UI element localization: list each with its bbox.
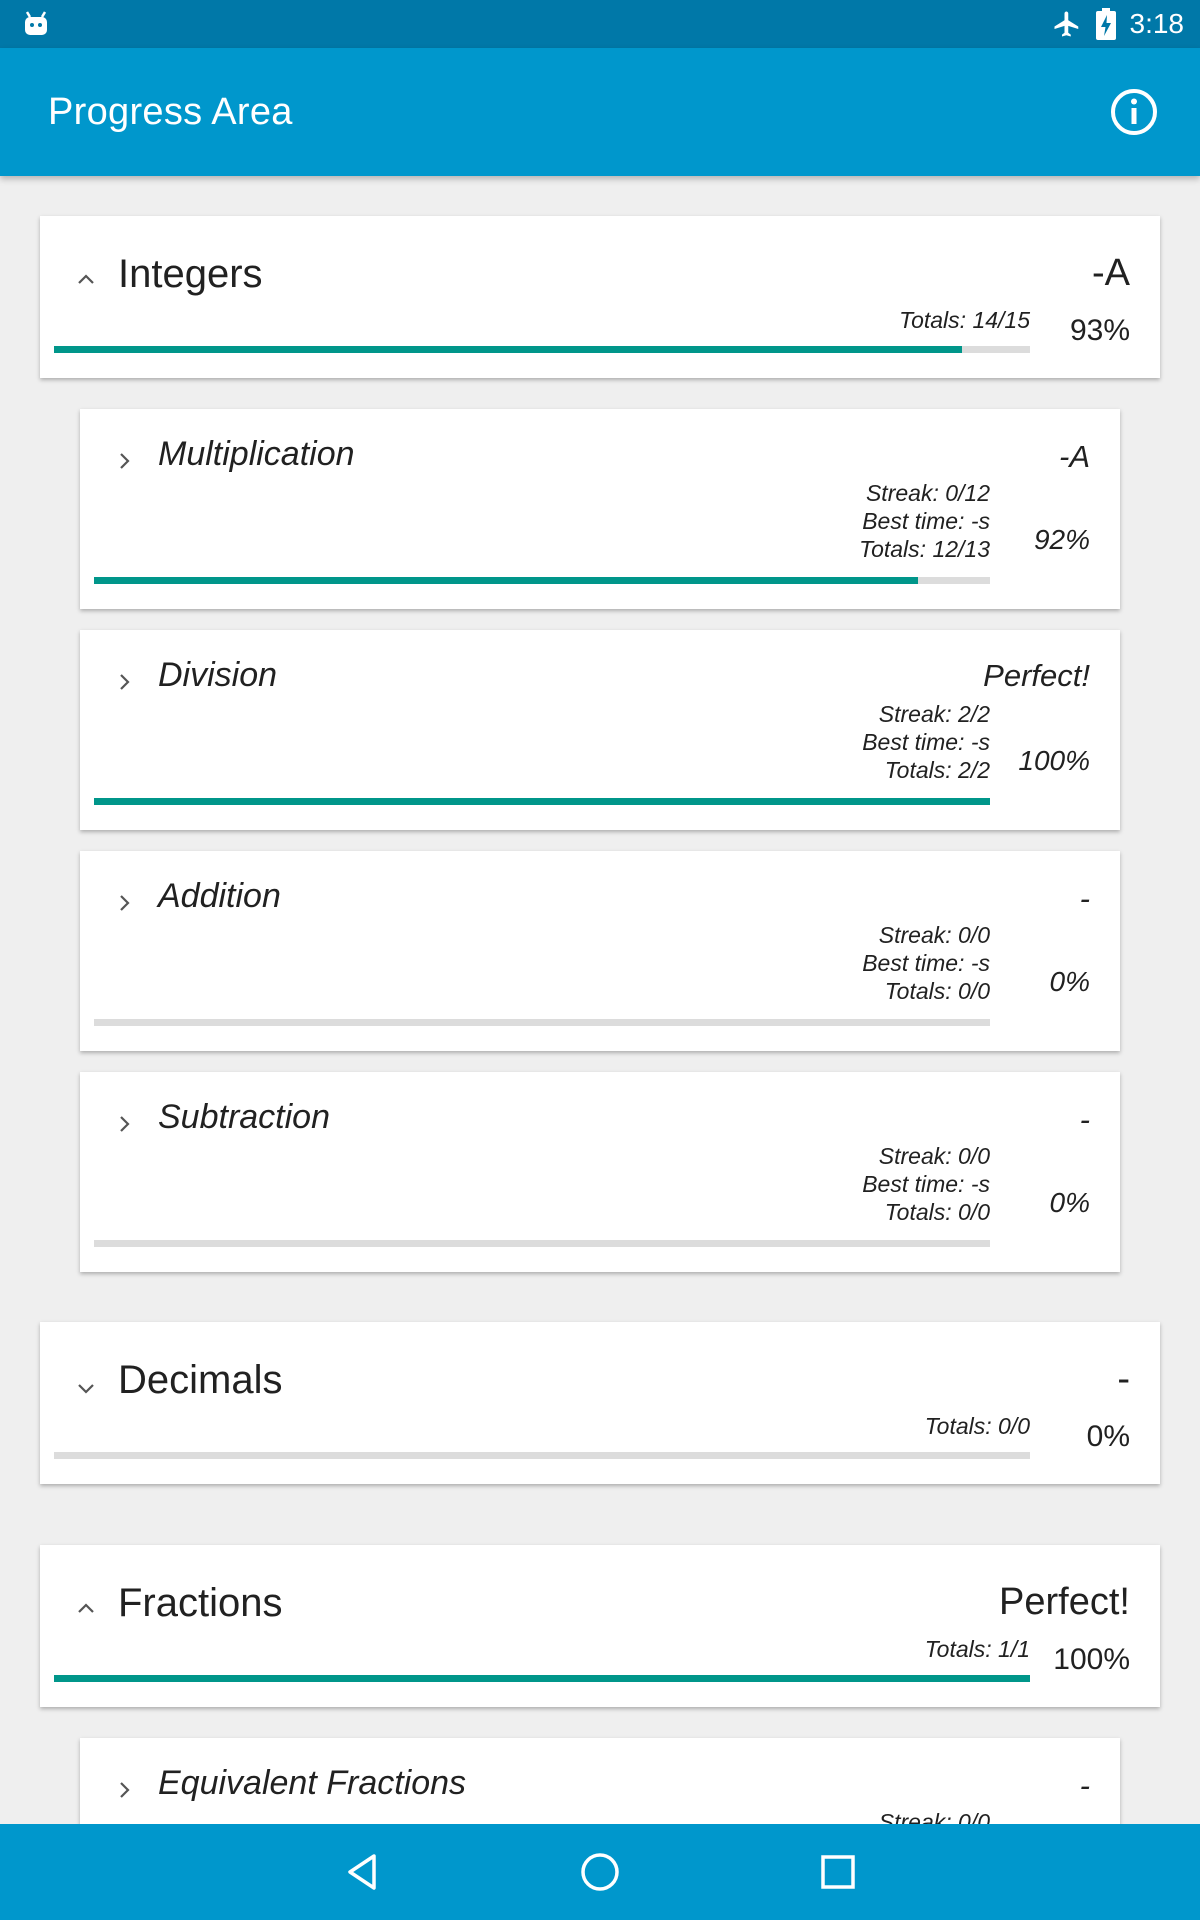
subtopic-percent: 100% bbox=[1018, 745, 1090, 776]
subtopic-grade: - bbox=[1079, 1102, 1090, 1137]
subtopic-title: Subtraction bbox=[158, 1098, 330, 1136]
category-totals: Totals: 14/15 bbox=[899, 307, 1030, 333]
category-card-integers[interactable]: Integers -A Totals: 14/15 93% bbox=[40, 216, 1160, 378]
subtopic-stats: Streak: 0/0 Best time: -s Totals: 0/0 bbox=[862, 1142, 990, 1226]
subtopic-progress-bar bbox=[94, 577, 990, 584]
home-button[interactable] bbox=[576, 1848, 624, 1896]
category-grade: - bbox=[1117, 1358, 1130, 1400]
subtopic-grade: Perfect! bbox=[983, 658, 1090, 693]
category-percent: 0% bbox=[1086, 1420, 1130, 1453]
chevron-right-icon[interactable] bbox=[112, 891, 136, 915]
streak-label: Streak: 0/12 bbox=[865, 480, 990, 506]
category-progress-bar bbox=[54, 1675, 1030, 1682]
subtopic-title: Multiplication bbox=[158, 435, 355, 473]
progress-list[interactable]: Integers -A Totals: 14/15 93% Multiplica… bbox=[0, 176, 1200, 1824]
chevron-right-icon[interactable] bbox=[112, 670, 136, 694]
subtopic-grade: - bbox=[1079, 881, 1090, 916]
category-grade: Perfect! bbox=[999, 1581, 1130, 1623]
subtopic-card-multiplication[interactable]: Multiplication -A Streak: 0/12 Best time… bbox=[80, 409, 1120, 609]
best-time-label: Best time: -s bbox=[862, 729, 990, 755]
subtopic-percent: 0% bbox=[1049, 1187, 1090, 1218]
subtopic-title: Equivalent Fractions bbox=[158, 1764, 467, 1802]
subtopic-stats: Streak: 0/0 bbox=[879, 1808, 990, 1824]
subtopic-percent: 92% bbox=[1033, 524, 1090, 555]
category-totals: Totals: 1/1 bbox=[924, 1636, 1030, 1662]
app-bar: Progress Area bbox=[0, 48, 1200, 176]
category-grade: -A bbox=[1092, 252, 1130, 294]
navigation-bar bbox=[0, 1824, 1200, 1920]
best-time-label: Best time: -s bbox=[862, 950, 990, 976]
chevron-right-icon[interactable] bbox=[112, 1778, 136, 1802]
info-icon bbox=[1111, 89, 1157, 135]
category-title: Decimals bbox=[118, 1358, 283, 1402]
back-button[interactable] bbox=[338, 1848, 386, 1896]
chevron-down-icon[interactable] bbox=[74, 1376, 98, 1400]
streak-label: Streak: 0/0 bbox=[878, 1809, 990, 1824]
category-title: Fractions bbox=[118, 1581, 283, 1625]
chevron-right-icon[interactable] bbox=[112, 449, 136, 473]
streak-label: Streak: 2/2 bbox=[878, 701, 990, 727]
chevron-up-icon[interactable] bbox=[74, 268, 98, 292]
category-progress-bar bbox=[54, 346, 1030, 353]
status-time: 3:18 bbox=[1129, 8, 1185, 39]
subtopic-grade: - bbox=[1079, 1768, 1090, 1803]
category-percent: 93% bbox=[1069, 314, 1130, 347]
android-notification-icon bbox=[25, 11, 47, 35]
streak-label: Streak: 0/0 bbox=[878, 1143, 990, 1169]
category-percent: 100% bbox=[1053, 1643, 1130, 1676]
chevron-right-icon[interactable] bbox=[112, 1112, 136, 1136]
category-card-fractions[interactable]: Fractions Perfect! Totals: 1/1 100% bbox=[40, 1545, 1160, 1707]
subtopic-percent: 0% bbox=[1049, 966, 1090, 997]
back-icon bbox=[348, 1854, 376, 1890]
best-time-label: Best time: -s bbox=[862, 508, 990, 534]
subtopic-progress-bar bbox=[94, 1240, 990, 1247]
battery-charging-icon bbox=[1095, 8, 1116, 40]
status-bar: 3:18 bbox=[0, 0, 1200, 48]
info-button[interactable] bbox=[1108, 86, 1160, 138]
subtopic-card-addition[interactable]: Addition - Streak: 0/0 Best time: -s Tot… bbox=[80, 851, 1120, 1051]
subtopic-stats: Streak: 0/0 Best time: -s Totals: 0/0 bbox=[862, 921, 990, 1005]
subtopic-card-division[interactable]: Division Perfect! Streak: 2/2 Best time:… bbox=[80, 630, 1120, 830]
subtopic-card-equivalent-fractions[interactable]: Equivalent Fractions - Streak: 0/0 bbox=[80, 1738, 1120, 1824]
category-title: Integers bbox=[118, 252, 263, 296]
totals-label: Totals: 0/0 bbox=[884, 978, 990, 1004]
streak-label: Streak: 0/0 bbox=[878, 922, 990, 948]
subtopic-title: Division bbox=[158, 656, 278, 694]
totals-label: Totals: 12/13 bbox=[859, 536, 990, 562]
chevron-up-icon[interactable] bbox=[74, 1597, 98, 1621]
subtopic-grade: -A bbox=[1059, 439, 1090, 474]
best-time-label: Best time: -s bbox=[862, 1171, 990, 1197]
subtopic-progress-bar bbox=[94, 1019, 990, 1026]
subtopic-progress-bar bbox=[94, 798, 990, 805]
subtopic-title: Addition bbox=[158, 877, 281, 915]
subtopic-card-subtraction[interactable]: Subtraction - Streak: 0/0 Best time: -s … bbox=[80, 1072, 1120, 1272]
airplane-mode-icon bbox=[1054, 11, 1078, 37]
recents-button[interactable] bbox=[814, 1848, 862, 1896]
page-title: Progress Area bbox=[48, 90, 293, 133]
subtopic-stats: Streak: 0/12 Best time: -s Totals: 12/13 bbox=[859, 479, 990, 563]
recents-icon bbox=[821, 1855, 855, 1889]
totals-label: Totals: 0/0 bbox=[884, 1199, 990, 1225]
home-icon bbox=[581, 1853, 619, 1891]
totals-label: Totals: 2/2 bbox=[884, 757, 990, 783]
category-card-decimals[interactable]: Decimals - Totals: 0/0 0% bbox=[40, 1322, 1160, 1484]
category-totals: Totals: 0/0 bbox=[924, 1413, 1030, 1439]
subtopic-stats: Streak: 2/2 Best time: -s Totals: 2/2 bbox=[862, 700, 990, 784]
category-progress-bar bbox=[54, 1452, 1030, 1459]
